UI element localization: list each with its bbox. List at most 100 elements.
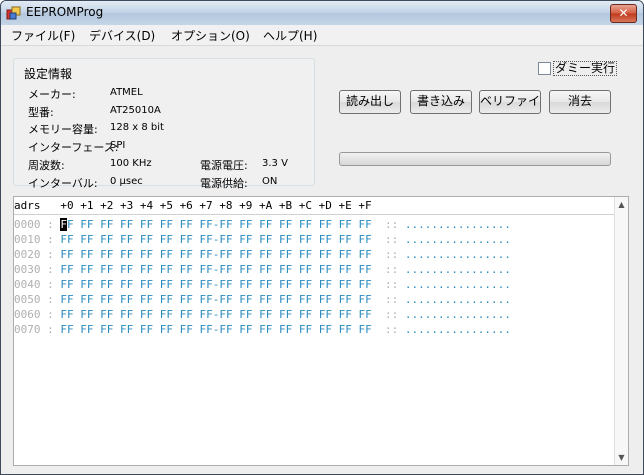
hex-byte[interactable]: FF [359,323,372,336]
hex-byte[interactable]: FF [219,323,232,336]
hex-byte[interactable]: FF [339,263,352,276]
hex-byte[interactable]: FF [180,233,193,246]
hex-byte[interactable]: FF [140,323,153,336]
hex-byte[interactable]: FF [100,263,113,276]
hex-byte[interactable]: FF [100,218,113,231]
hex-byte[interactable]: FF [100,248,113,261]
hex-byte[interactable]: FF [60,293,73,306]
hex-byte[interactable]: FF [239,263,252,276]
hex-byte[interactable]: FF [120,278,133,291]
hex-byte[interactable]: FF [339,293,352,306]
hex-byte[interactable]: FF [120,233,133,246]
hex-byte[interactable]: FF [120,248,133,261]
hex-byte[interactable]: FF [219,233,232,246]
read-button[interactable]: 読み出し [339,90,401,114]
hex-byte[interactable]: FF [319,308,332,321]
hex-byte[interactable]: FF [299,248,312,261]
hex-byte[interactable]: FF [120,323,133,336]
hex-byte[interactable]: FF [319,323,332,336]
menu-options[interactable]: オプション(O) [169,27,252,44]
hex-byte[interactable]: FF [60,263,73,276]
hex-byte[interactable]: FF [200,263,213,276]
hex-byte[interactable]: FF [180,218,193,231]
hex-byte[interactable]: FF [80,308,93,321]
hex-byte[interactable]: FF [359,233,372,246]
hex-byte[interactable]: FF [60,248,73,261]
hex-byte[interactable]: FF [140,218,153,231]
hex-byte[interactable]: FF [100,293,113,306]
hex-byte[interactable]: FF [140,248,153,261]
hex-byte[interactable]: FF [80,233,93,246]
hex-byte[interactable]: FF [339,323,352,336]
hex-byte[interactable]: FF [160,263,173,276]
hex-byte[interactable]: FF [359,308,372,321]
hex-byte[interactable]: FF [299,218,312,231]
hex-byte[interactable]: FF [359,293,372,306]
hex-byte[interactable]: FF [80,278,93,291]
hex-byte[interactable]: FF [319,218,332,231]
hex-byte[interactable]: FF [219,263,232,276]
hex-byte[interactable]: FF [180,248,193,261]
hex-byte[interactable]: FF [160,323,173,336]
hex-byte[interactable]: FF [80,293,93,306]
hex-byte[interactable]: FF [200,218,213,231]
hex-byte[interactable]: FF [339,233,352,246]
hex-byte[interactable]: FF [239,293,252,306]
hex-byte[interactable]: FF [359,248,372,261]
hex-byte[interactable]: FF [100,308,113,321]
menu-help[interactable]: ヘルプ(H) [261,27,319,44]
hex-byte[interactable]: FF [120,218,133,231]
hex-byte[interactable]: FF [299,323,312,336]
hex-byte[interactable]: FF [160,248,173,261]
hex-byte[interactable]: FF [140,233,153,246]
erase-button[interactable]: 消去 [549,90,611,114]
hex-byte[interactable]: FF [100,278,113,291]
vertical-scrollbar[interactable]: ▲ ▼ [614,197,628,465]
hex-byte[interactable]: FF [140,263,153,276]
hex-byte[interactable]: FF [60,323,73,336]
hex-byte[interactable]: FF [299,278,312,291]
hex-byte[interactable]: FF [279,233,292,246]
hex-byte[interactable]: FF [200,233,213,246]
hex-byte[interactable]: FF [239,308,252,321]
hex-byte[interactable]: FF [279,308,292,321]
hex-byte[interactable]: FF [319,263,332,276]
hex-byte[interactable]: FF [60,218,74,231]
hex-byte[interactable]: FF [279,248,292,261]
hex-byte[interactable]: FF [299,293,312,306]
menu-file[interactable]: ファイル(F) [9,27,77,44]
hex-byte[interactable]: FF [299,233,312,246]
hex-byte[interactable]: FF [259,218,272,231]
hex-byte[interactable]: FF [339,278,352,291]
hex-byte[interactable]: FF [80,263,93,276]
hex-byte[interactable]: FF [219,293,232,306]
hex-byte[interactable]: FF [219,218,232,231]
hex-byte[interactable]: FF [180,278,193,291]
hex-byte[interactable]: FF [299,263,312,276]
hex-byte[interactable]: FF [200,278,213,291]
hex-byte[interactable]: FF [319,293,332,306]
hex-byte[interactable]: FF [219,308,232,321]
hex-byte[interactable]: FF [239,248,252,261]
hex-byte[interactable]: FF [180,293,193,306]
hex-byte[interactable]: FF [200,248,213,261]
hex-byte[interactable]: FF [239,233,252,246]
dummy-run-label[interactable]: ダミー実行 [553,61,618,76]
hex-byte[interactable]: FF [259,263,272,276]
hex-byte[interactable]: FF [319,248,332,261]
hex-byte[interactable]: FF [239,323,252,336]
scroll-up-arrow-icon[interactable]: ▲ [617,200,626,209]
hex-byte[interactable]: FF [259,308,272,321]
hex-byte[interactable]: FF [60,278,73,291]
hex-byte[interactable]: FF [239,218,252,231]
hex-byte[interactable]: FF [239,278,252,291]
hex-byte[interactable]: FF [160,218,173,231]
hex-byte[interactable]: FF [279,218,292,231]
hex-byte[interactable]: FF [259,293,272,306]
hex-byte[interactable]: FF [219,278,232,291]
hex-byte[interactable]: FF [80,218,93,231]
hex-byte[interactable]: FF [200,293,213,306]
hex-byte[interactable]: FF [160,233,173,246]
write-button[interactable]: 書き込み [410,90,472,114]
hex-byte[interactable]: FF [259,248,272,261]
